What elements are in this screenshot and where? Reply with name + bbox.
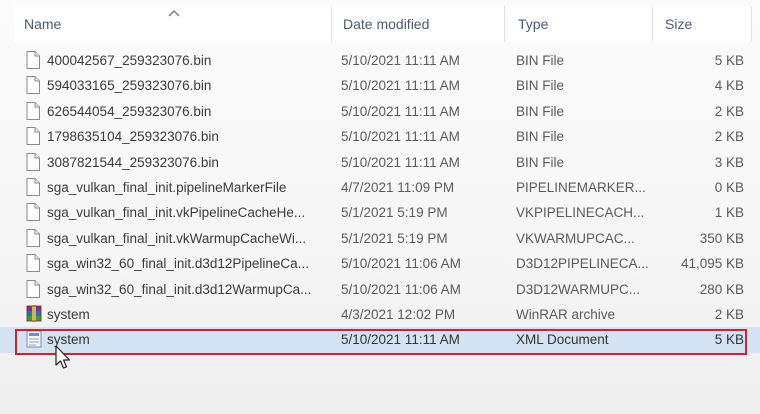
file-icon xyxy=(26,277,44,305)
file-name: sga_vulkan_final_init.pipelineMarkerFile xyxy=(47,180,287,195)
file-row[interactable]: 1798635104_259323076.bin 5/10/2021 11:11 … xyxy=(0,124,760,149)
column-header-name-label: Name xyxy=(24,16,62,32)
file-size: 2 KB xyxy=(714,103,744,119)
file-size: 4 KB xyxy=(714,78,744,94)
file-icon xyxy=(26,124,44,152)
file-size: 3 KB xyxy=(714,154,744,170)
file-size: 41,095 KB xyxy=(680,256,744,272)
file-name: sga_vulkan_final_init.vkPipelineCacheHe.… xyxy=(47,205,306,221)
file-size: 280 KB xyxy=(699,281,744,297)
file-row[interactable]: sga_vulkan_final_init.vkWarmupCacheWi...… xyxy=(0,226,760,251)
column-header-bar: Name Date modified Type Size xyxy=(0,0,760,48)
file-name: 400042567_259323076.bin xyxy=(47,53,212,68)
file-size: 0 KB xyxy=(714,180,744,195)
file-name: system xyxy=(47,307,90,322)
file-icon xyxy=(26,73,44,101)
file-name: 626544054_259323076.bin xyxy=(47,103,212,119)
file-type: PIPELINEMARKER... xyxy=(516,180,646,195)
file-row[interactable]: sga_win32_60_final_init.d3d12PipelineCa.… xyxy=(0,251,760,276)
file-row[interactable]: system 5/10/2021 11:11 AM XML Document 5 KB xyxy=(0,327,760,355)
file-row[interactable]: system 4/3/2021 12:02 PM WinRAR archive 2 K… xyxy=(0,302,760,327)
file-type: BIN File xyxy=(516,78,565,94)
column-header-size[interactable]: Size xyxy=(655,6,752,42)
mouse-cursor-icon xyxy=(54,345,72,371)
file-name: 3087821544_259323076.bin xyxy=(47,154,219,170)
column-header-date-modified[interactable]: Date modified xyxy=(333,6,505,42)
file-date-modified: 4/7/2021 11:09 PM xyxy=(341,180,455,195)
file-date-modified: 5/10/2021 11:11 AM xyxy=(341,129,460,145)
file-type: VKPIPELINECACH... xyxy=(516,205,645,221)
file-date-modified: 5/10/2021 11:11 AM xyxy=(341,332,460,348)
file-date-modified: 5/10/2021 11:11 AM xyxy=(341,103,460,119)
column-header-date-label: Date modified xyxy=(343,16,430,32)
file-size: 5 KB xyxy=(714,53,744,68)
file-icon xyxy=(26,226,44,254)
file-name: 1798635104_259323076.bin xyxy=(47,129,219,145)
file-row[interactable]: 400042567_259323076.bin 5/10/2021 11:11 A… xyxy=(0,48,760,73)
file-date-modified: 5/10/2021 11:06 AM xyxy=(341,281,461,297)
file-row[interactable]: sga_vulkan_final_init.pipelineMarkerFile… xyxy=(0,175,760,200)
file-type: WinRAR archive xyxy=(516,307,616,322)
file-size: 350 KB xyxy=(699,230,744,246)
file-type: D3D12PIPELINECA... xyxy=(516,256,649,272)
file-date-modified: 5/1/2021 5:19 PM xyxy=(341,205,448,221)
file-row[interactable]: sga_win32_60_final_init.d3d12WarmupCa...… xyxy=(0,277,760,302)
file-name: 594033165_259323076.bin xyxy=(47,78,212,94)
file-row[interactable]: 3087821544_259323076.bin 5/10/2021 11:11 … xyxy=(0,150,760,175)
column-header-type[interactable]: Type xyxy=(508,6,653,42)
file-icon xyxy=(26,99,44,127)
file-date-modified: 5/10/2021 11:11 AM xyxy=(341,53,460,68)
file-icon xyxy=(26,150,44,178)
file-name: system xyxy=(47,332,90,348)
file-size: 5 KB xyxy=(714,332,744,348)
winrar-archive-icon xyxy=(26,302,44,330)
column-header-size-label: Size xyxy=(665,16,693,32)
file-icon xyxy=(26,175,44,203)
file-list-pane: Name Date modified Type Size 400042567_2… xyxy=(0,0,760,414)
file-icon xyxy=(26,200,44,228)
file-date-modified: 5/10/2021 11:11 AM xyxy=(341,154,460,170)
file-type: BIN File xyxy=(516,154,565,170)
file-type: BIN File xyxy=(516,129,565,145)
file-date-modified: 5/10/2021 11:11 AM xyxy=(341,78,460,94)
file-size: 1 KB xyxy=(714,205,744,221)
file-size: 2 KB xyxy=(714,129,744,145)
file-date-modified: 4/3/2021 12:02 PM xyxy=(341,307,456,322)
file-type: XML Document xyxy=(516,332,609,348)
file-row[interactable]: 626544054_259323076.bin 5/10/2021 11:11 A… xyxy=(0,99,760,124)
file-row[interactable]: sga_vulkan_final_init.vkPipelineCacheHe.… xyxy=(0,200,760,225)
file-size: 2 KB xyxy=(714,307,744,322)
file-icon xyxy=(26,48,44,76)
file-type: VKWARMUPCAC... xyxy=(516,230,635,246)
file-name: sga_win32_60_final_init.d3d12PipelineCa.… xyxy=(47,256,309,272)
file-type: D3D12WARMUPC... xyxy=(516,281,641,297)
file-icon xyxy=(26,251,44,279)
file-type: BIN File xyxy=(516,103,565,119)
file-type: BIN File xyxy=(516,53,565,68)
file-name: sga_win32_60_final_init.d3d12WarmupCa... xyxy=(47,281,312,297)
column-header-type-label: Type xyxy=(518,16,549,32)
file-date-modified: 5/10/2021 11:06 AM xyxy=(341,256,461,272)
xml-document-icon xyxy=(26,327,44,355)
file-date-modified: 5/1/2021 5:19 PM xyxy=(341,230,448,246)
file-name: sga_vulkan_final_init.vkWarmupCacheWi... xyxy=(47,230,307,246)
chevron-up-icon xyxy=(168,6,180,20)
file-row[interactable]: 594033165_259323076.bin 5/10/2021 11:11 A… xyxy=(0,73,760,98)
